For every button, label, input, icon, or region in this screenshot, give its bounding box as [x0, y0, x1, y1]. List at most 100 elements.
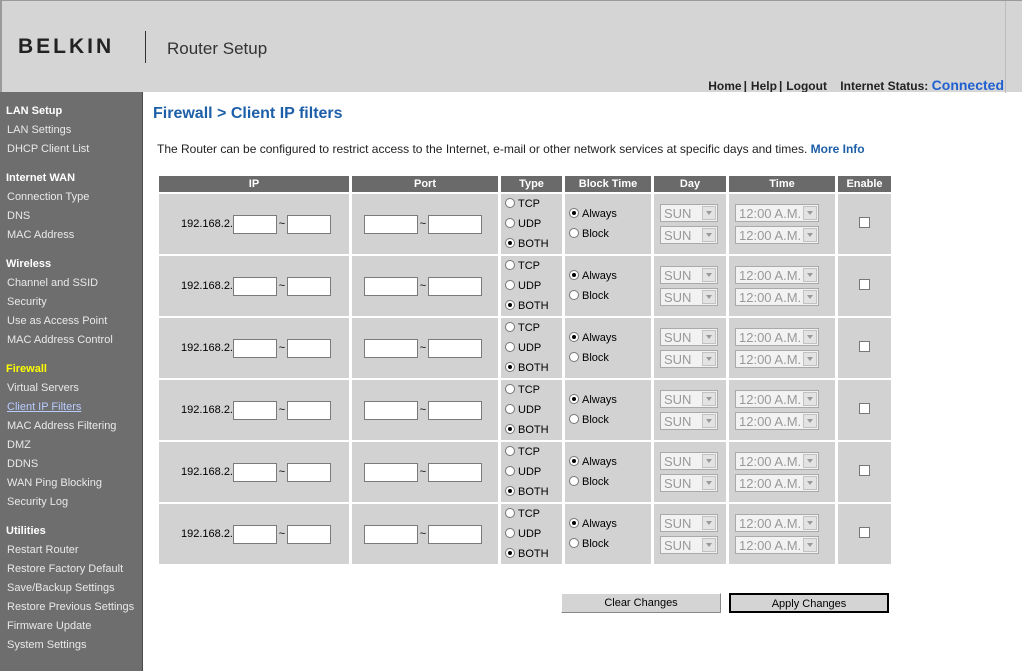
- time-to-select[interactable]: 12:00 A.M.: [735, 536, 819, 554]
- enable-checkbox[interactable]: [859, 465, 870, 476]
- type-both-option[interactable]: BOTH: [501, 358, 562, 378]
- block-always-radio[interactable]: [569, 270, 579, 280]
- block-always-radio[interactable]: [569, 208, 579, 218]
- time-from-select[interactable]: 12:00 A.M.: [735, 328, 819, 346]
- ip-start-input[interactable]: [233, 400, 277, 420]
- sidebar-item-lan-settings[interactable]: LAN Settings: [0, 121, 142, 140]
- block-schedule-radio[interactable]: [569, 538, 579, 548]
- type-both-radio[interactable]: [505, 424, 515, 434]
- clear-changes-button[interactable]: Clear Changes: [561, 593, 721, 613]
- block-always-option[interactable]: Always: [565, 452, 651, 472]
- day-to-select[interactable]: SUN: [660, 474, 718, 492]
- port-end-input[interactable]: [428, 338, 482, 358]
- type-tcp-option[interactable]: TCP: [501, 504, 562, 524]
- port-start-input[interactable]: [364, 462, 418, 482]
- sidebar-item-ddns[interactable]: DDNS: [0, 455, 142, 474]
- block-schedule-option[interactable]: Block: [565, 472, 651, 492]
- type-udp-option[interactable]: UDP: [501, 462, 562, 482]
- type-both-radio[interactable]: [505, 486, 515, 496]
- enable-checkbox[interactable]: [859, 279, 870, 290]
- type-both-option[interactable]: BOTH: [501, 296, 562, 316]
- block-always-option[interactable]: Always: [565, 390, 651, 410]
- type-udp-radio[interactable]: [505, 528, 515, 538]
- type-tcp-radio[interactable]: [505, 446, 515, 456]
- enable-checkbox[interactable]: [859, 403, 870, 414]
- type-both-radio[interactable]: [505, 362, 515, 372]
- sidebar-item-save-backup-settings[interactable]: Save/Backup Settings: [0, 579, 142, 598]
- block-always-radio[interactable]: [569, 332, 579, 342]
- port-start-input[interactable]: [364, 214, 418, 234]
- ip-end-input[interactable]: [287, 524, 331, 544]
- type-tcp-option[interactable]: TCP: [501, 442, 562, 462]
- day-from-select[interactable]: SUN: [660, 390, 718, 408]
- ip-end-input[interactable]: [287, 276, 331, 296]
- type-udp-option[interactable]: UDP: [501, 400, 562, 420]
- sidebar-item-connection-type[interactable]: Connection Type: [0, 188, 142, 207]
- type-udp-option[interactable]: UDP: [501, 338, 562, 358]
- type-tcp-option[interactable]: TCP: [501, 194, 562, 214]
- type-tcp-radio[interactable]: [505, 508, 515, 518]
- type-udp-radio[interactable]: [505, 280, 515, 290]
- ip-start-input[interactable]: [233, 524, 277, 544]
- block-always-option[interactable]: Always: [565, 328, 651, 348]
- time-from-select[interactable]: 12:00 A.M.: [735, 452, 819, 470]
- ip-end-input[interactable]: [287, 462, 331, 482]
- type-udp-radio[interactable]: [505, 404, 515, 414]
- block-schedule-radio[interactable]: [569, 228, 579, 238]
- time-to-select[interactable]: 12:00 A.M.: [735, 350, 819, 368]
- type-tcp-radio[interactable]: [505, 198, 515, 208]
- block-always-radio[interactable]: [569, 394, 579, 404]
- block-always-option[interactable]: Always: [565, 514, 651, 534]
- block-always-radio[interactable]: [569, 518, 579, 528]
- day-to-select[interactable]: SUN: [660, 412, 718, 430]
- port-end-input[interactable]: [428, 214, 482, 234]
- block-schedule-option[interactable]: Block: [565, 348, 651, 368]
- type-udp-option[interactable]: UDP: [501, 524, 562, 544]
- day-to-select[interactable]: SUN: [660, 288, 718, 306]
- type-both-option[interactable]: BOTH: [501, 482, 562, 502]
- type-udp-radio[interactable]: [505, 218, 515, 228]
- day-from-select[interactable]: SUN: [660, 266, 718, 284]
- type-udp-radio[interactable]: [505, 342, 515, 352]
- sidebar-item-system-settings[interactable]: System Settings: [0, 636, 142, 655]
- type-udp-option[interactable]: UDP: [501, 214, 562, 234]
- sidebar-item-dhcp-client-list[interactable]: DHCP Client List: [0, 140, 142, 159]
- sidebar-item-mac-address-control[interactable]: MAC Address Control: [0, 331, 142, 350]
- apply-changes-button[interactable]: Apply Changes: [729, 593, 889, 613]
- type-tcp-radio[interactable]: [505, 260, 515, 270]
- sidebar-item-mac-address-filtering[interactable]: MAC Address Filtering: [0, 417, 142, 436]
- sidebar-item-restore-previous-settings[interactable]: Restore Previous Settings: [0, 598, 142, 617]
- sidebar-item-dns[interactable]: DNS: [0, 207, 142, 226]
- day-from-select[interactable]: SUN: [660, 204, 718, 222]
- logout-link[interactable]: Logout: [786, 79, 827, 93]
- day-from-select[interactable]: SUN: [660, 328, 718, 346]
- ip-end-input[interactable]: [287, 338, 331, 358]
- enable-checkbox[interactable]: [859, 341, 870, 352]
- type-both-option[interactable]: BOTH: [501, 544, 562, 564]
- day-from-select[interactable]: SUN: [660, 452, 718, 470]
- enable-checkbox[interactable]: [859, 527, 870, 538]
- time-to-select[interactable]: 12:00 A.M.: [735, 288, 819, 306]
- sidebar-item-channel-and-ssid[interactable]: Channel and SSID: [0, 274, 142, 293]
- type-both-radio[interactable]: [505, 300, 515, 310]
- port-start-input[interactable]: [364, 400, 418, 420]
- ip-start-input[interactable]: [233, 338, 277, 358]
- port-end-input[interactable]: [428, 400, 482, 420]
- block-schedule-option[interactable]: Block: [565, 410, 651, 430]
- time-from-select[interactable]: 12:00 A.M.: [735, 514, 819, 532]
- type-both-radio[interactable]: [505, 238, 515, 248]
- type-both-option[interactable]: BOTH: [501, 234, 562, 254]
- ip-start-input[interactable]: [233, 214, 277, 234]
- day-from-select[interactable]: SUN: [660, 514, 718, 532]
- port-start-input[interactable]: [364, 338, 418, 358]
- day-to-select[interactable]: SUN: [660, 536, 718, 554]
- time-from-select[interactable]: 12:00 A.M.: [735, 390, 819, 408]
- sidebar-item-virtual-servers[interactable]: Virtual Servers: [0, 379, 142, 398]
- day-to-select[interactable]: SUN: [660, 350, 718, 368]
- block-schedule-option[interactable]: Block: [565, 534, 651, 554]
- ip-start-input[interactable]: [233, 276, 277, 296]
- sidebar-item-dmz[interactable]: DMZ: [0, 436, 142, 455]
- block-always-radio[interactable]: [569, 456, 579, 466]
- sidebar-item-use-as-access-point[interactable]: Use as Access Point: [0, 312, 142, 331]
- block-schedule-radio[interactable]: [569, 290, 579, 300]
